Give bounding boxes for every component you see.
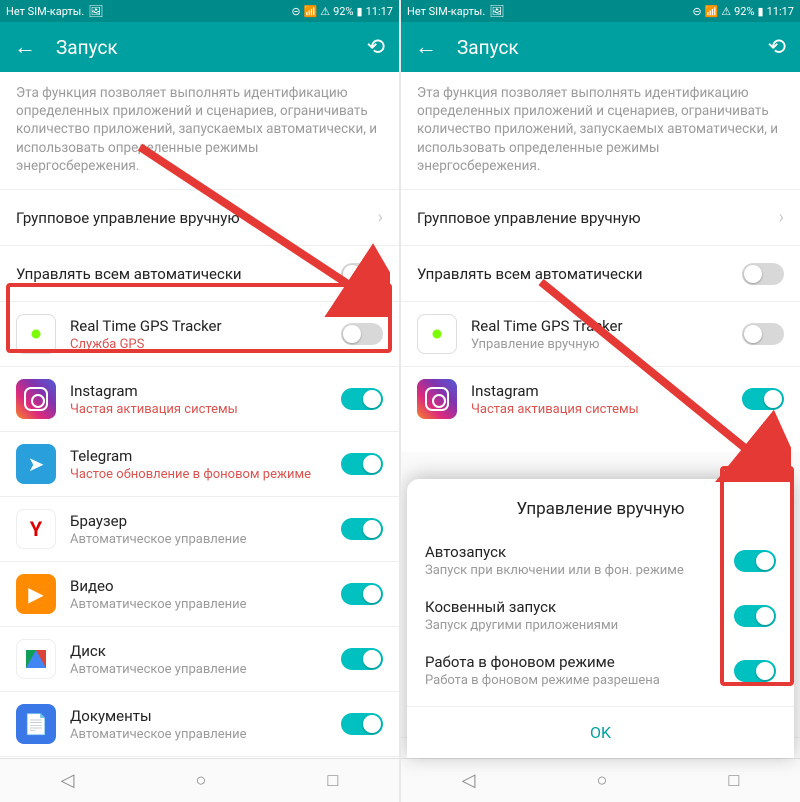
auto-all-toggle[interactable]	[341, 263, 383, 285]
app-row-gps[interactable]: Real Time GPS Tracker Управление вручную	[401, 301, 800, 366]
back-button[interactable]: ←	[415, 34, 437, 60]
app-row-gps[interactable]: Real Time GPS Tracker Служба GPS	[0, 301, 399, 366]
app-toggle-instagram[interactable]	[742, 388, 784, 410]
battery-percent: 92%	[734, 5, 754, 18]
page-title: Запуск	[457, 36, 748, 59]
app-row-docs[interactable]: 📄 Документы Автоматическое управление	[0, 691, 399, 756]
app-toggle-gps[interactable]	[742, 323, 784, 345]
telegram-app-icon: ➤	[16, 444, 56, 484]
clock: 11:17	[366, 5, 393, 18]
chevron-right-icon: ›	[378, 207, 383, 228]
history-icon[interactable]: ⟲	[768, 35, 786, 60]
phone-right: Нет SIM-карты. 🖼 ⊝ 📶 ⚠ 92% ▮ 11:17 ← Зап…	[401, 0, 800, 802]
battery-percent: 92%	[333, 5, 353, 18]
content-scroll[interactable]: Эта функция позволяет выполнять идентифи…	[0, 72, 399, 802]
dialog-toggle-secondary[interactable]	[734, 605, 776, 627]
battery-saver-icon: ⚠	[320, 5, 330, 18]
app-row-instagram[interactable]: Instagram Частая активация системы	[0, 366, 399, 431]
nav-bar: ◁ ○ □	[0, 758, 399, 802]
app-row-video[interactable]: ▶ Видео Автоматическое управление	[0, 561, 399, 626]
app-toggle-disk[interactable]	[341, 648, 383, 670]
app-bar: ← Запуск ⟲	[0, 22, 399, 72]
gps-app-icon	[16, 314, 56, 354]
photo-icon: 🖼	[88, 4, 103, 18]
nav-home-icon[interactable]: ○	[196, 770, 207, 791]
battery-icon: ▮	[357, 5, 363, 18]
app-row-browser[interactable]: Y Браузер Автоматическое управление	[0, 496, 399, 561]
auto-all-row[interactable]: Управлять всем автоматически	[401, 245, 800, 301]
app-toggle-instagram[interactable]	[341, 388, 383, 410]
app-toggle-gps[interactable]	[341, 323, 383, 345]
dialog-row-secondary[interactable]: Косвенный запуск Запуск другими приложен…	[407, 588, 794, 643]
nav-home-icon[interactable]: ○	[597, 770, 608, 791]
app-toggle-telegram[interactable]	[341, 453, 383, 475]
auto-all-toggle[interactable]	[742, 263, 784, 285]
app-toggle-video[interactable]	[341, 583, 383, 605]
dialog-ok-button[interactable]: OK	[407, 706, 794, 758]
auto-all-row[interactable]: Управлять всем автоматически	[0, 245, 399, 301]
description-text: Эта функция позволяет выполнять идентифи…	[0, 72, 399, 189]
clock: 11:17	[767, 5, 794, 18]
status-bar: Нет SIM-карты. 🖼 ⊝ 📶 ⚠ 92% ▮ 11:17	[401, 0, 800, 22]
photo-icon: 🖼	[489, 4, 504, 18]
status-bar: Нет SIM-карты. 🖼 ⊝ 📶 ⚠ 92% ▮ 11:17	[0, 0, 399, 22]
history-icon[interactable]: ⟲	[367, 35, 385, 60]
nav-recent-icon[interactable]: □	[328, 770, 339, 791]
dialog-row-autostart[interactable]: Автозапуск Запуск при включении или в фо…	[407, 533, 794, 588]
docs-app-icon: 📄	[16, 704, 56, 744]
group-manage-row[interactable]: Групповое управление вручную ›	[0, 189, 399, 245]
group-manage-row[interactable]: Групповое управление вручную ›	[401, 189, 800, 245]
disk-app-icon	[16, 639, 56, 679]
content-scroll[interactable]: Эта функция позволяет выполнять идентифи…	[401, 72, 800, 802]
instagram-app-icon	[16, 379, 56, 419]
gps-app-icon	[417, 314, 457, 354]
wifi-icon: 📶	[705, 5, 719, 18]
dialog-overlay: Управление вручную Автозапуск Запуск при…	[401, 452, 800, 758]
page-title: Запуск	[56, 36, 347, 59]
sim-status: Нет SIM-карты.	[407, 5, 485, 18]
description-text: Эта функция позволяет выполнять идентифи…	[401, 72, 800, 189]
battery-icon: ▮	[758, 5, 764, 18]
sim-status: Нет SIM-карты.	[6, 5, 84, 18]
dialog-title: Управление вручную	[407, 493, 794, 533]
phone-left: Нет SIM-карты. 🖼 ⊝ 📶 ⚠ 92% ▮ 11:17 ← Зап…	[0, 0, 399, 802]
back-button[interactable]: ←	[14, 34, 36, 60]
app-toggle-browser[interactable]	[341, 518, 383, 540]
nav-back-icon[interactable]: ◁	[61, 770, 75, 791]
wifi-icon: 📶	[304, 5, 318, 18]
app-toggle-docs[interactable]	[341, 713, 383, 735]
nav-recent-icon[interactable]: □	[729, 770, 740, 791]
manual-manage-dialog: Управление вручную Автозапуск Запуск при…	[407, 479, 794, 758]
dnd-icon: ⊝	[692, 5, 701, 18]
battery-saver-icon: ⚠	[721, 5, 731, 18]
dnd-icon: ⊝	[291, 5, 300, 18]
app-bar: ← Запуск ⟲	[401, 22, 800, 72]
nav-bar: ◁ ○ □	[401, 758, 800, 802]
dialog-toggle-autostart[interactable]	[734, 550, 776, 572]
browser-app-icon: Y	[16, 509, 56, 549]
dialog-row-background[interactable]: Работа в фоновом режиме Работа в фоновом…	[407, 643, 794, 698]
nav-back-icon[interactable]: ◁	[462, 770, 476, 791]
app-row-instagram[interactable]: Instagram Частая активация системы	[401, 366, 800, 431]
chevron-right-icon: ›	[779, 207, 784, 228]
instagram-app-icon	[417, 379, 457, 419]
dialog-toggle-background[interactable]	[734, 660, 776, 682]
app-row-telegram[interactable]: ➤ Telegram Частое обновление в фоновом р…	[0, 431, 399, 496]
app-row-disk[interactable]: Диск Автоматическое управление	[0, 626, 399, 691]
video-app-icon: ▶	[16, 574, 56, 614]
